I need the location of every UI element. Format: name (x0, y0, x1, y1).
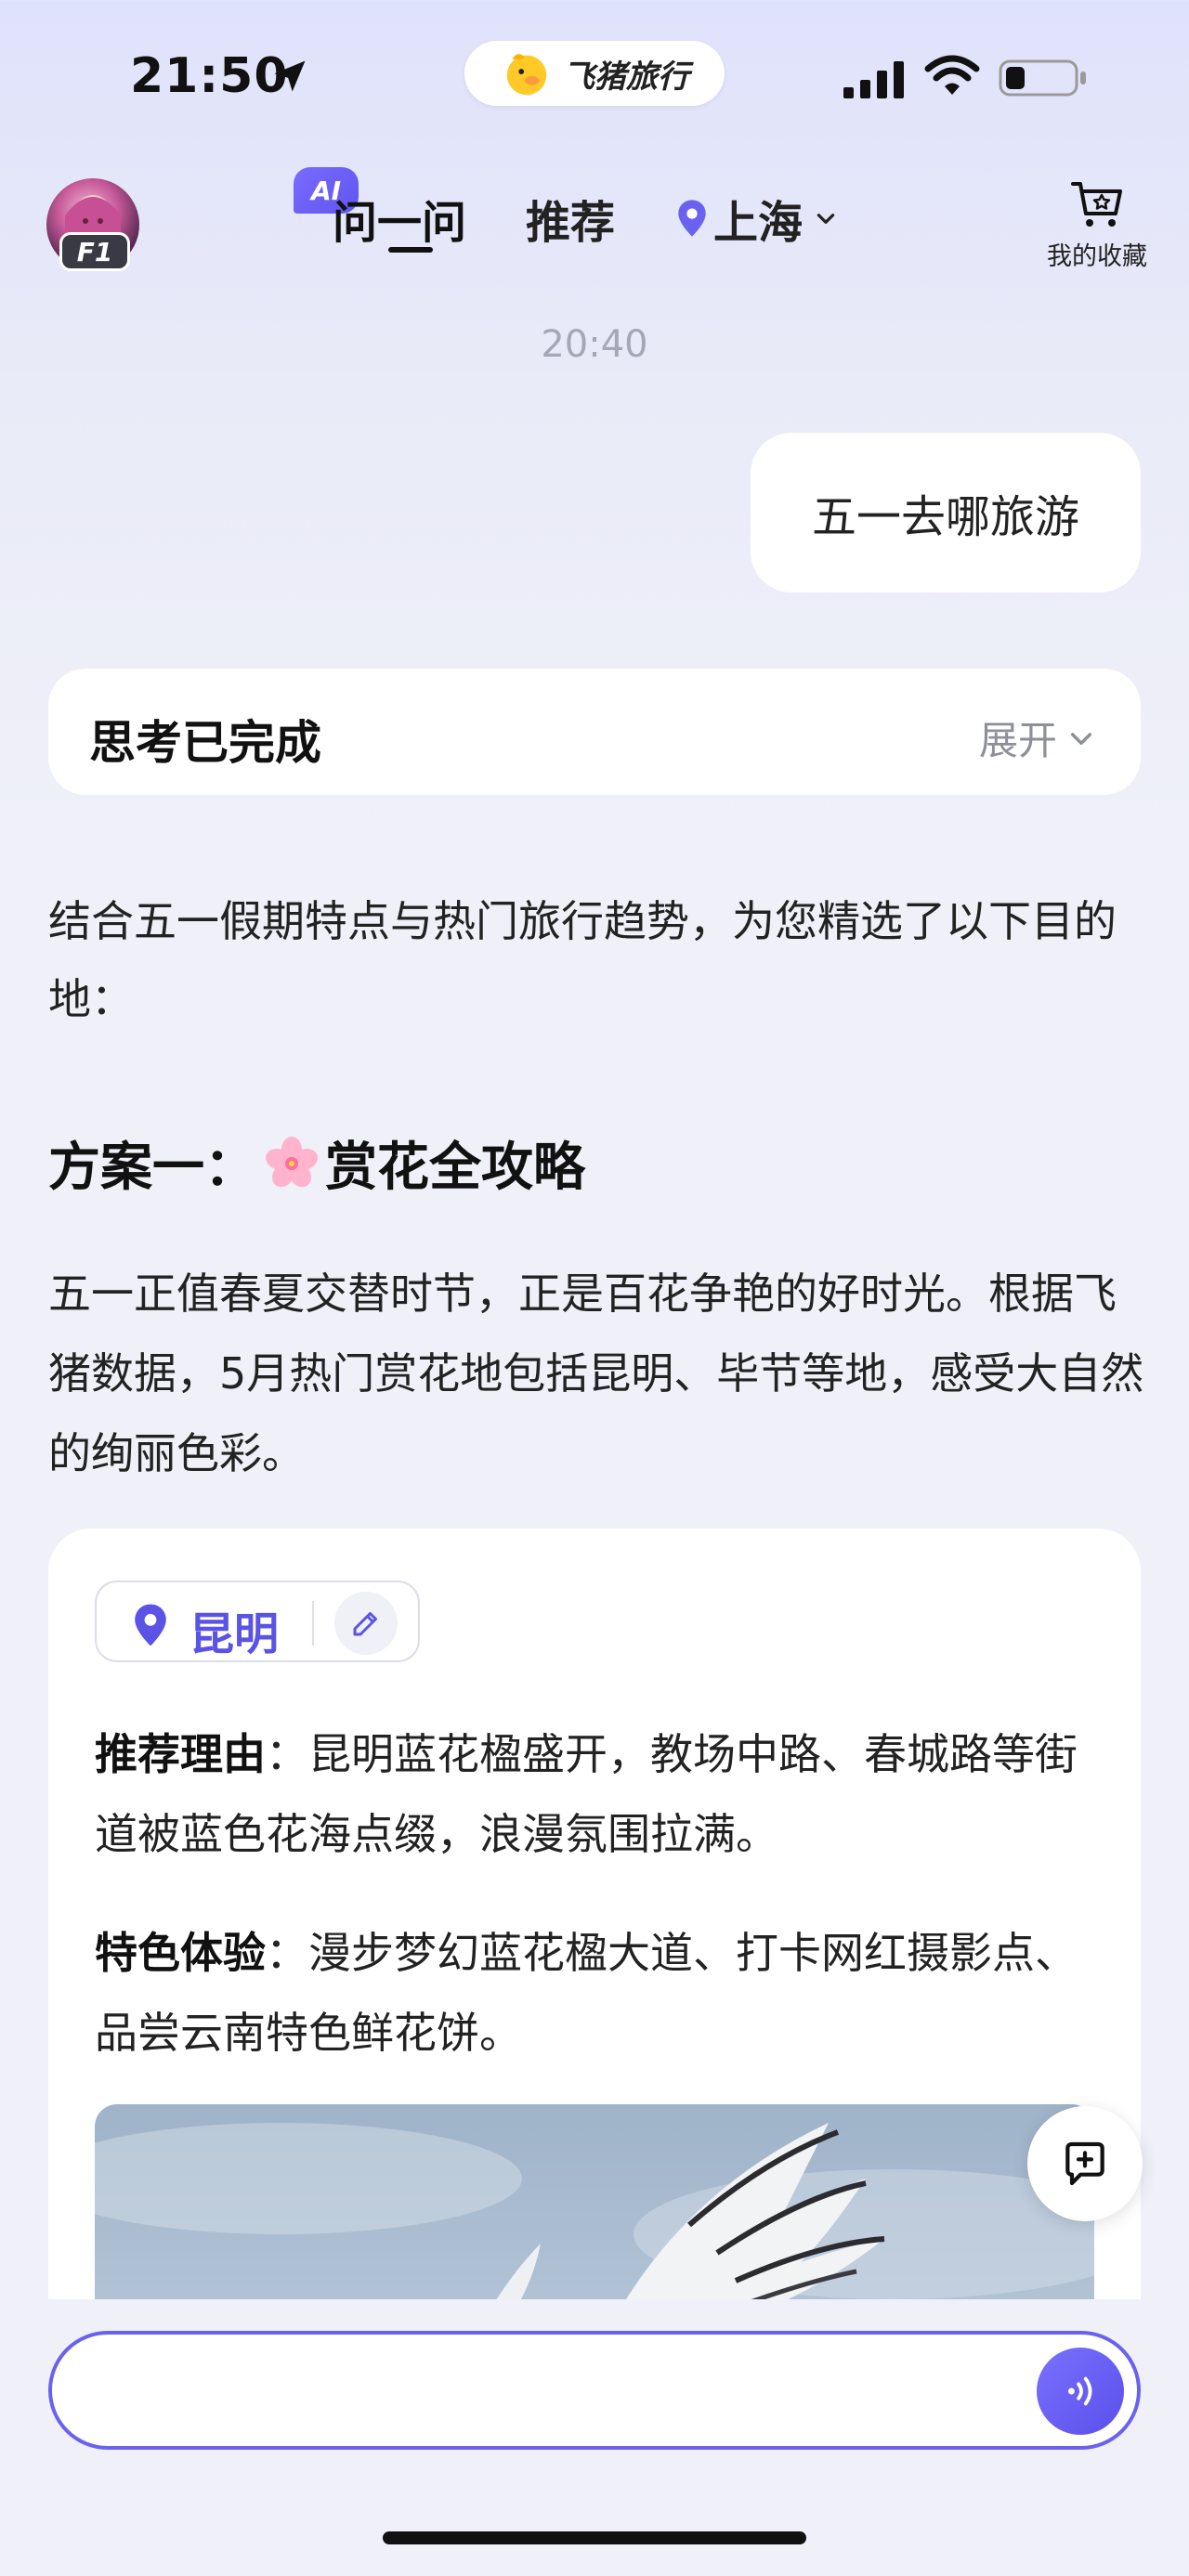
city-label: 上海 (713, 197, 804, 249)
app-return-pill[interactable]: 飞猪旅行 (464, 41, 725, 106)
chat-input-bar[interactable] (48, 2331, 1141, 2450)
avatar-badge: F1 (59, 232, 130, 271)
expand-button[interactable]: 展开 (979, 709, 1096, 766)
plan-prefix: 方案一： (48, 1138, 256, 1198)
location-arrow-icon (274, 60, 306, 92)
message-timestamp: 20:40 (541, 323, 648, 366)
battery-icon (999, 59, 1086, 97)
thinking-title: 思考已完成 (89, 716, 321, 770)
plan-title-text: 赏花全攻略 (325, 1138, 585, 1198)
edit-destination-button[interactable] (334, 1592, 398, 1655)
user-message-bubble: 五一去哪旅游 (751, 433, 1141, 592)
top-navigation: F1 AI 问一问 推荐 上海 我的收藏 (0, 158, 1189, 288)
user-message-text: 五一去哪旅游 (811, 491, 1079, 543)
tab-recommend[interactable]: 推荐 (526, 186, 615, 251)
destination-name: 昆明 (189, 1608, 280, 1660)
recommend-reason: 推荐理由：昆明蓝花楹盛开，教场中路、春城路等街道被蓝色花海点缀，浪漫氛围拉满。 (95, 1714, 1107, 1874)
expand-label: 展开 (978, 718, 1057, 763)
chevron-down-icon (817, 214, 835, 224)
status-bar: 21:50 飞猪旅行 (0, 0, 1189, 149)
plan-description: 五一正值春夏交替时节，正是百花争艳的好时光。根据飞猪数据，5月热门赏花地包括昆明… (48, 1268, 1144, 1478)
favorites-label: 我的收藏 (1047, 242, 1147, 271)
home-indicator (383, 2531, 806, 2544)
tab-ask[interactable]: 问一问 (333, 186, 466, 251)
chip-divider (312, 1601, 314, 1646)
shopping-cart-star-icon (1071, 182, 1122, 227)
status-time: 21:50 (130, 48, 289, 104)
assistant-intro-text: 结合五一假期特点与热门旅行趋势，为您精选了以下目的地： (48, 896, 1117, 1024)
plan-heading: 方案一： 赏花全攻略 (48, 1125, 585, 1201)
voice-wave-icon (1067, 2376, 1092, 2406)
reason-label: 推荐理由 (95, 1729, 266, 1779)
wifi-icon (924, 55, 980, 95)
pencil-icon (353, 1612, 377, 1636)
new-chat-button[interactable] (1027, 2106, 1143, 2221)
featured-experience: 特色体验：漫步梦幻蓝花楹大道、打卡网红摄影点、品尝云南特色鲜花饼。 (95, 1913, 1107, 2073)
chat-plus-icon (1065, 2141, 1104, 2186)
favorites-button[interactable]: 我的收藏 (1037, 175, 1157, 272)
bottom-input-area (0, 2299, 1189, 2576)
app-name: 飞猪旅行 (563, 58, 689, 96)
chat-input[interactable] (108, 2359, 944, 2422)
map-pin-icon (135, 1604, 166, 1646)
experience-label: 特色体验 (95, 1928, 266, 1978)
active-tab-indicator (388, 247, 433, 253)
destination-chip[interactable]: 昆明 (95, 1581, 420, 1662)
map-pin-icon (678, 200, 706, 237)
voice-input-button[interactable] (1037, 2348, 1124, 2435)
cherry-blossom-icon (265, 1136, 319, 1187)
fliggy-logo-icon (506, 54, 547, 96)
thinking-status-card[interactable]: 思考已完成 展开 (48, 669, 1141, 795)
city-selector[interactable]: 上海 (676, 186, 838, 251)
cellular-signal-icon (843, 61, 904, 98)
chevron-down-icon (1070, 732, 1092, 745)
